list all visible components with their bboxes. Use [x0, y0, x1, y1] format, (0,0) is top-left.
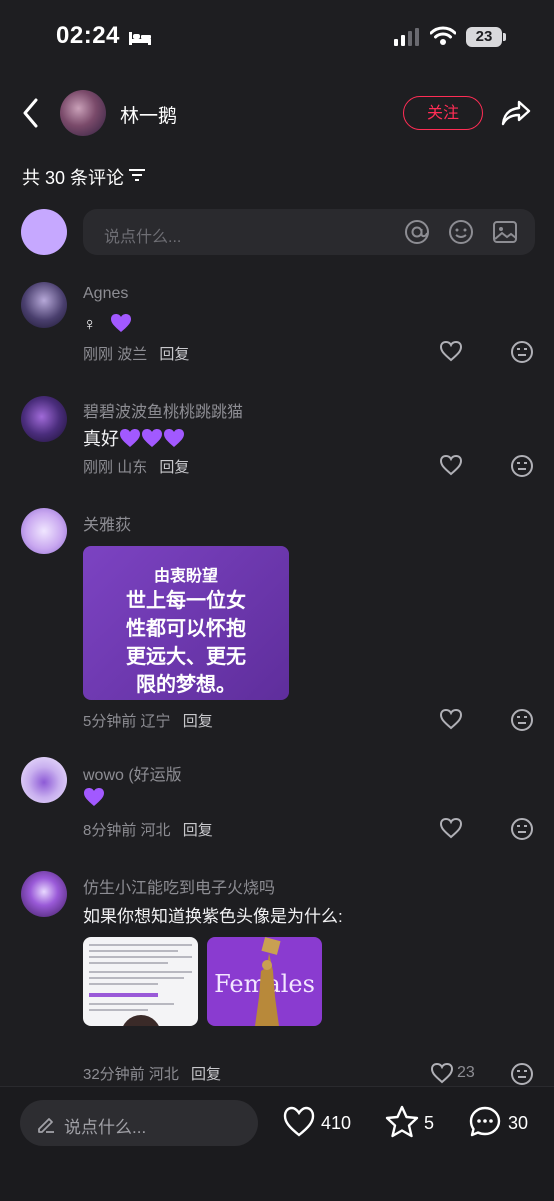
purple-heart-emoji	[83, 787, 105, 807]
my-avatar	[21, 209, 67, 255]
avatar[interactable]	[21, 508, 67, 554]
purple-heart-emoji	[119, 428, 141, 448]
comment-count-bottom: 30	[508, 1113, 529, 1133]
back-arrow-icon[interactable]	[20, 96, 42, 135]
avatar[interactable]	[21, 282, 67, 328]
react-face-icon[interactable]	[510, 708, 534, 737]
comment-time: 8分钟前	[83, 822, 137, 839]
author-name[interactable]: 林一鹅	[120, 101, 177, 128]
star-count: 5	[424, 1113, 435, 1133]
comment-image-females[interactable]: Females	[207, 937, 322, 1026]
comment-text-content: ♀	[83, 314, 97, 334]
comment-meta: 5分钟前 辽宁 回复	[83, 710, 213, 731]
mention-icon[interactable]	[404, 219, 430, 250]
avatar[interactable]	[21, 757, 67, 803]
react-face-icon[interactable]	[510, 340, 534, 369]
comment-count: 共 30 条评论	[22, 168, 125, 188]
react-face-icon[interactable]	[510, 817, 534, 846]
comment-image-document[interactable]	[83, 937, 198, 1026]
comment-text: 如果你想知道换紫色头像是为什么:	[83, 907, 343, 926]
like-heart-icon[interactable]	[430, 1062, 454, 1089]
comment-location: 山东	[117, 459, 148, 476]
like-icon[interactable]	[282, 1106, 316, 1143]
like-count: 23	[457, 1064, 475, 1081]
like-count: 410	[321, 1113, 352, 1133]
comment-image[interactable]: 由衷盼望 世上每一位女 性都可以怀抱 更远大、更无 限的梦想。	[83, 546, 289, 700]
avatar[interactable]	[21, 396, 67, 442]
comment-text-content: 真好	[83, 429, 119, 449]
star-icon[interactable]	[384, 1104, 420, 1145]
like-heart-icon[interactable]	[439, 817, 463, 844]
like-heart-icon[interactable]	[439, 708, 463, 735]
poster-title: 由衷盼望	[153, 566, 218, 585]
comment-username[interactable]: wowo (好运版	[83, 761, 182, 785]
comment-bubble-icon[interactable]	[468, 1105, 502, 1144]
comment-text: ♀	[83, 313, 132, 335]
comment-meta: 刚刚 波兰 回复	[83, 343, 189, 364]
comment-location: 河北	[140, 822, 171, 839]
author-avatar[interactable]	[60, 90, 106, 136]
signal-icon	[394, 28, 420, 51]
follow-button[interactable]: 关注	[403, 96, 483, 130]
comment-meta: 32分钟前 河北 回复	[83, 1063, 221, 1084]
like-heart-icon[interactable]	[439, 454, 463, 481]
status-time: 02:24	[56, 22, 120, 49]
comment-meta: 刚刚 山东 回复	[83, 456, 189, 477]
reply-button[interactable]: 回复	[159, 346, 189, 363]
battery-cap	[503, 33, 506, 41]
comment-username[interactable]: 仿生小江能吃到电子火烧吗	[83, 874, 275, 898]
wifi-icon	[429, 26, 457, 51]
share-icon[interactable]	[500, 98, 532, 133]
purple-heart-emoji	[141, 428, 163, 448]
comment-input-placeholder[interactable]: 说点什么...	[104, 223, 181, 247]
comment-username[interactable]: Agnes	[83, 285, 128, 303]
comment-location: 辽宁	[140, 713, 171, 730]
image-icon[interactable]	[492, 219, 518, 250]
sort-filter-icon[interactable]	[128, 167, 146, 188]
bed-icon	[128, 30, 152, 51]
comment-time: 刚刚	[83, 346, 114, 363]
comment-time: 32分钟前	[83, 1066, 145, 1083]
comment-meta: 8分钟前 河北 回复	[83, 819, 213, 840]
pen-icon	[36, 1114, 56, 1139]
comment-location: 河北	[148, 1066, 179, 1083]
bottom-input-placeholder[interactable]: 说点什么...	[64, 1113, 146, 1138]
like-heart-icon[interactable]	[439, 340, 463, 367]
reply-button[interactable]: 回复	[159, 459, 189, 476]
purple-heart-emoji	[110, 313, 132, 333]
reply-button[interactable]: 回复	[183, 822, 213, 839]
comment-username[interactable]: 关雅荻	[83, 511, 131, 535]
battery-icon: 23	[466, 27, 502, 47]
purple-heart-emoji	[163, 428, 185, 448]
comment-text	[83, 787, 105, 809]
reply-button[interactable]: 回复	[183, 713, 213, 730]
emoji-icon[interactable]	[448, 219, 474, 250]
react-face-icon[interactable]	[510, 454, 534, 483]
comment-text: 真好	[83, 425, 185, 451]
poster-body: 世上每一位女 性都可以怀抱 更远大、更无 限的梦想。	[126, 588, 246, 696]
comment-location: 波兰	[117, 346, 148, 363]
comment-username[interactable]: 碧碧波波鱼桃桃跳跳猫	[83, 398, 243, 422]
avatar[interactable]	[21, 871, 67, 917]
comment-time: 刚刚	[83, 459, 114, 476]
reply-button[interactable]: 回复	[191, 1066, 221, 1083]
comment-time: 5分钟前	[83, 713, 137, 730]
